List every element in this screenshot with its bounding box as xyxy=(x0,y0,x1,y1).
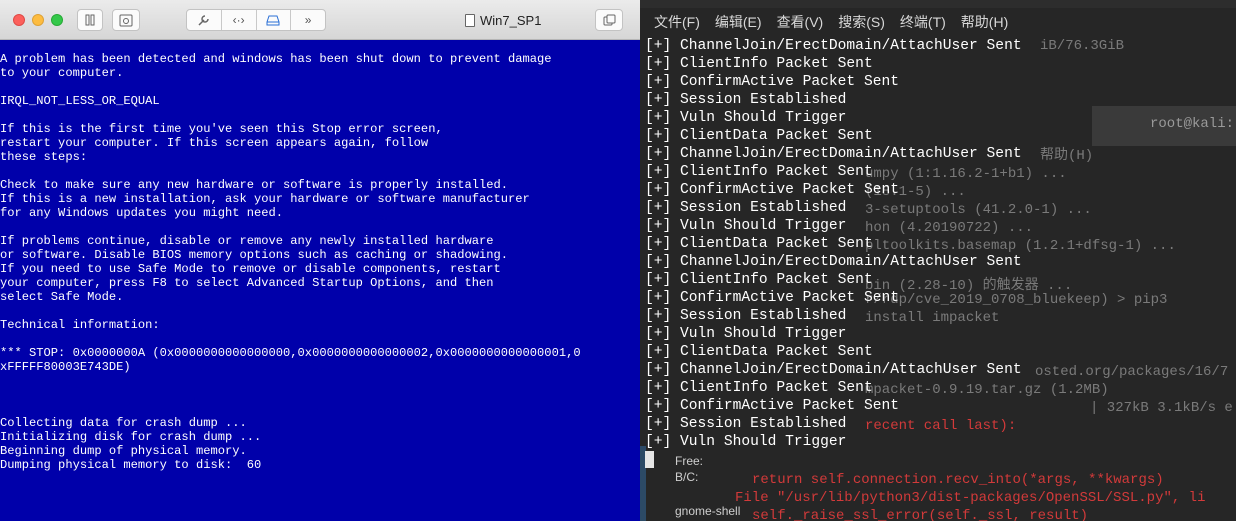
terminal-window[interactable]: 文件(F) 编辑(E) 查看(V) 搜索(S) 终端(T) 帮助(H) iB/7… xyxy=(640,0,1236,521)
vm-title: Win7_SP1 xyxy=(465,13,541,28)
menu-help[interactable]: 帮助(H) xyxy=(961,12,1008,36)
menu-file[interactable]: 文件(F) xyxy=(654,12,700,36)
terminal-line: [+] ClientInfo Packet Sent xyxy=(645,164,873,180)
terminal-line: [+] ClientData Packet Sent xyxy=(645,236,873,252)
disk-button[interactable] xyxy=(257,10,292,30)
disk-icon xyxy=(266,15,280,26)
network-button[interactable]: ‹·› xyxy=(222,10,257,30)
bg-help-menu: 帮助(H) xyxy=(1040,148,1094,164)
terminal-titlebar xyxy=(640,0,1236,8)
bg-root-title: root@kali: ~ xyxy=(1150,116,1235,132)
bg-error-line: self._raise_ssl_error(self._ssl, result) xyxy=(752,508,1089,521)
terminal-line: [+] ClientInfo Packet Sent xyxy=(645,380,873,396)
terminal-line: [+] ChannelJoin/ErectDomain/AttachUser S… xyxy=(645,38,1022,54)
settings-button[interactable] xyxy=(187,10,222,30)
vm-toolbar-segmented: ‹·› » xyxy=(186,9,326,31)
terminal-line: [+] ChannelJoin/ErectDomain/AttachUser S… xyxy=(645,146,1022,162)
snapshot-button[interactable] xyxy=(112,9,140,31)
terminal-cursor xyxy=(645,451,654,468)
vm-title-text: Win7_SP1 xyxy=(480,13,542,28)
bg-error-line: File "/usr/lib/python3/dist-packages/Ope… xyxy=(735,490,1206,506)
terminal-line: [+] Vuln Should Trigger xyxy=(645,110,847,126)
terminal-menubar: 文件(F) 编辑(E) 查看(V) 搜索(S) 终端(T) 帮助(H) xyxy=(640,12,1008,36)
terminal-line: [+] Session Established xyxy=(645,416,847,432)
vm-window: ‹·› » Win7_SP1 A problem has been detect… xyxy=(0,0,640,521)
terminal-line: [+] ConfirmActive Packet Sent xyxy=(645,182,899,198)
terminal-line: [+] Session Established xyxy=(645,200,847,216)
menu-view[interactable]: 查看(V) xyxy=(777,12,824,36)
chevron-double-right-icon: » xyxy=(304,13,312,27)
terminal-line: [+] ConfirmActive Packet Sent xyxy=(645,74,899,90)
terminal-line: [+] Vuln Should Trigger xyxy=(645,218,847,234)
window-mode-button[interactable] xyxy=(595,9,623,31)
bg-free-label: Free: xyxy=(675,454,704,468)
more-button[interactable]: » xyxy=(291,10,325,30)
windows-stack-icon xyxy=(603,14,615,26)
terminal-line: [+] ClientData Packet Sent xyxy=(645,128,873,144)
close-window-button[interactable] xyxy=(13,14,25,26)
terminal-line: [+] Session Established xyxy=(645,92,847,108)
terminal-line: [+] ConfirmActive Packet Sent xyxy=(645,398,899,414)
terminal-line: [+] Vuln Should Trigger xyxy=(645,434,847,450)
terminal-line: [+] ClientData Packet Sent xyxy=(645,344,873,360)
snapshot-icon xyxy=(119,14,133,26)
document-icon xyxy=(465,14,475,27)
terminal-output: [+] ChannelJoin/ErectDomain/AttachUser S… xyxy=(645,37,1022,451)
menu-search[interactable]: 搜索(S) xyxy=(838,12,885,36)
terminal-line: [+] ChannelJoin/ErectDomain/AttachUser S… xyxy=(645,254,1022,270)
bg-bc-label: B/C: xyxy=(675,470,699,484)
terminal-line: [+] ClientInfo Packet Sent xyxy=(645,56,873,72)
bsod-screen[interactable]: A problem has been detected and windows … xyxy=(0,40,640,521)
minimize-window-button[interactable] xyxy=(32,14,44,26)
terminal-line: [+] Vuln Should Trigger xyxy=(645,326,847,342)
bsod-text: A problem has been detected and windows … xyxy=(0,52,581,472)
bg-disk-info: iB/76.3GiB xyxy=(1040,38,1125,54)
bg-line: osted.org/packages/16/7 xyxy=(1035,364,1229,380)
terminal-line: [+] Session Established xyxy=(645,308,847,324)
bg-gnome-shell: gnome-shell xyxy=(675,504,741,518)
wrench-icon xyxy=(198,14,210,26)
code-arrows-icon: ‹·› xyxy=(232,13,245,27)
bg-error-line: return self.connection.recv_into(*args, … xyxy=(752,472,1164,488)
terminal-line: [+] ChannelJoin/ErectDomain/AttachUser S… xyxy=(645,362,1022,378)
bg-line: | 327kB 3.1kB/s e xyxy=(1090,400,1233,416)
terminal-line: [+] ClientInfo Packet Sent xyxy=(645,272,873,288)
zoom-window-button[interactable] xyxy=(51,14,63,26)
menu-terminal[interactable]: 终端(T) xyxy=(900,12,946,36)
vm-toolbar: ‹·› » Win7_SP1 xyxy=(0,0,640,40)
terminal-line: [+] ConfirmActive Packet Sent xyxy=(645,290,899,306)
sidebar-toggle-button[interactable] xyxy=(77,9,103,31)
pause-icon xyxy=(85,14,95,26)
menu-edit[interactable]: 编辑(E) xyxy=(715,12,762,36)
